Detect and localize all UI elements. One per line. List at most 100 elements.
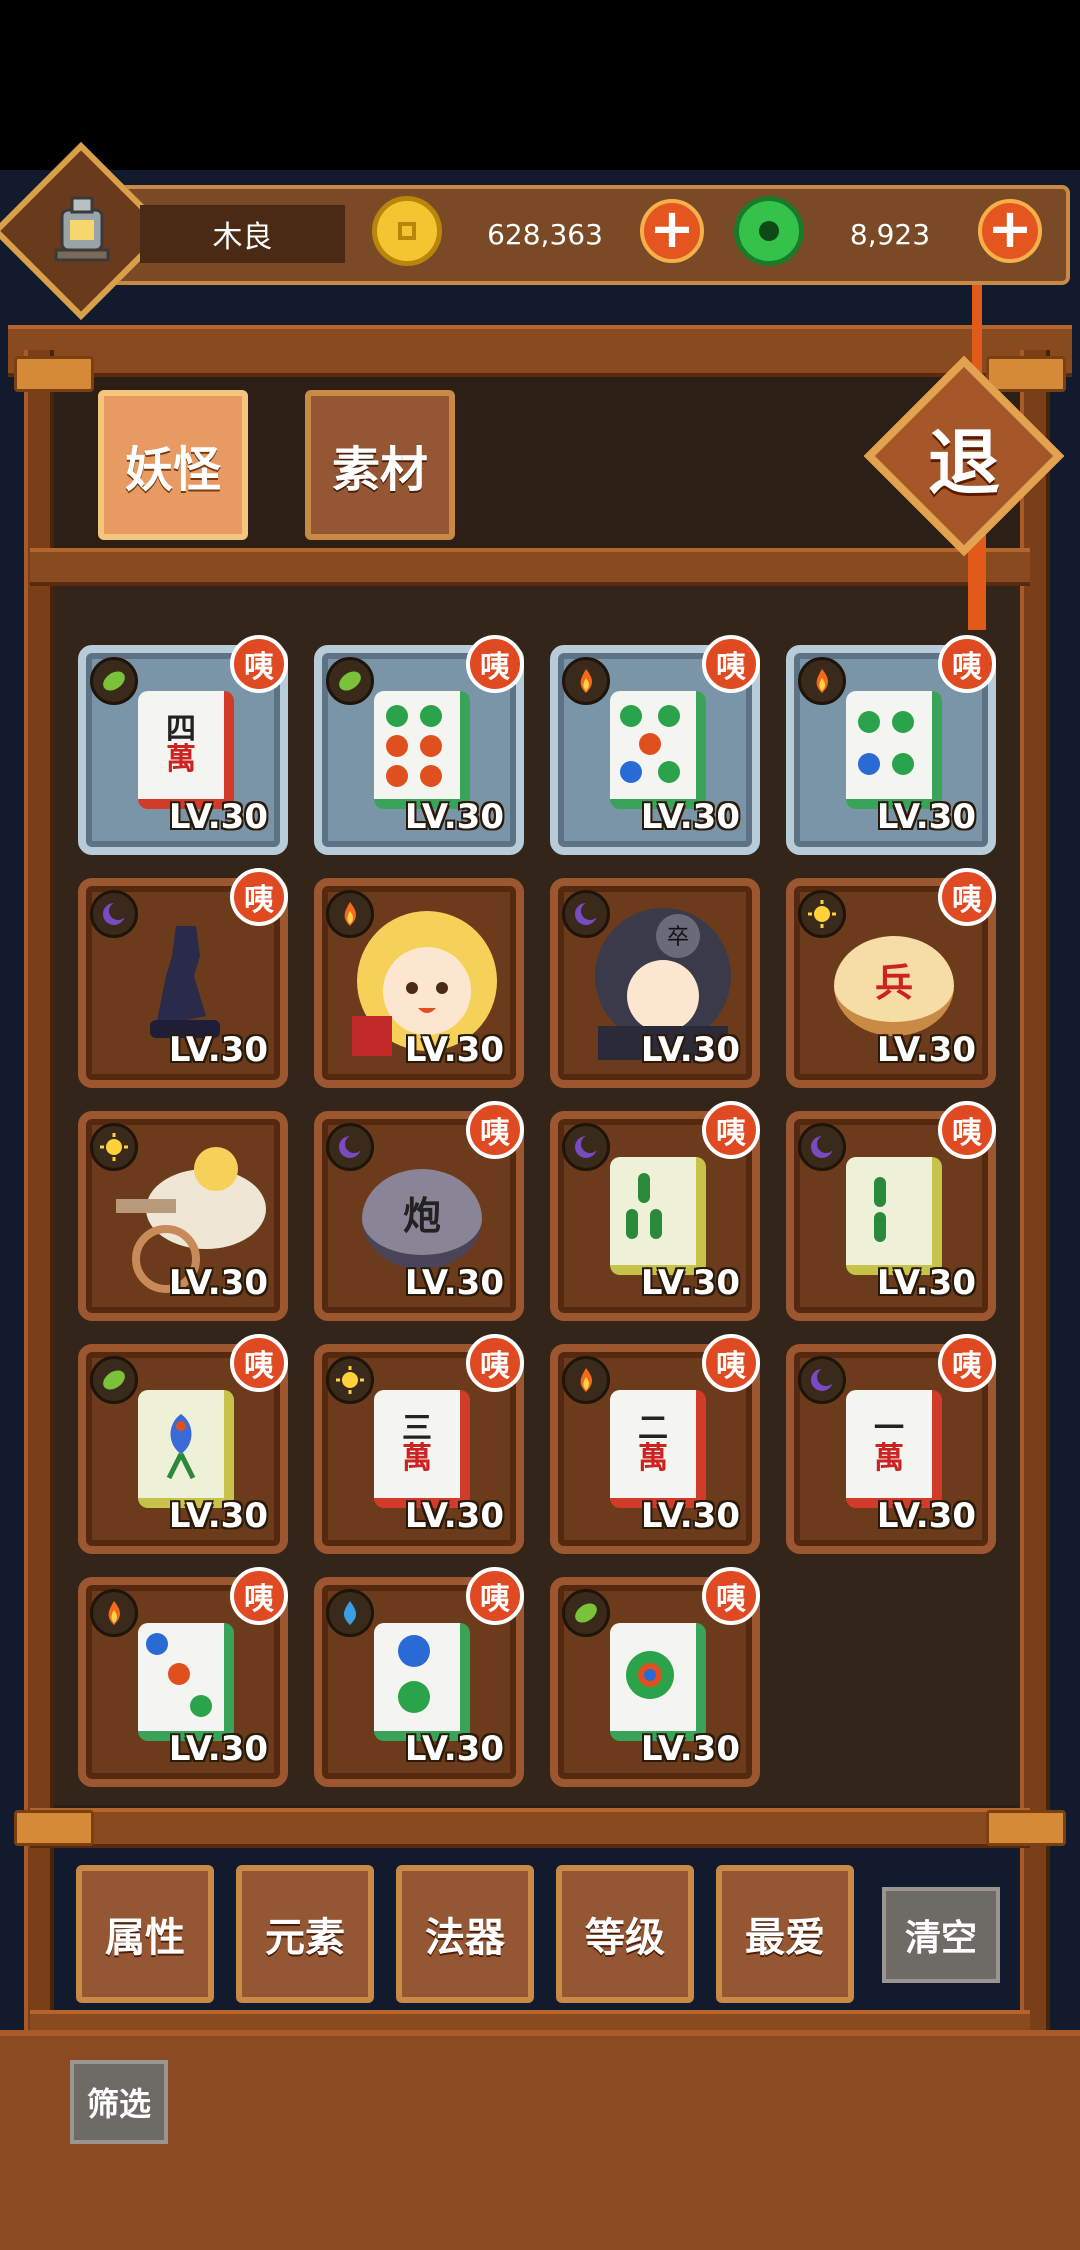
status-badge: 咦 xyxy=(230,1334,288,1392)
monster-card[interactable]: LV.30 咦 xyxy=(78,1567,288,1787)
moon-element-icon xyxy=(326,1123,374,1171)
filter-element-button[interactable]: 元素 xyxy=(236,1865,374,2003)
filter-level-button[interactable]: 等级 xyxy=(556,1865,694,2003)
status-badge: 咦 xyxy=(938,1334,996,1392)
water-element-icon xyxy=(326,1589,374,1637)
status-badge: 咦 xyxy=(938,635,996,693)
card-level: LV.30 xyxy=(168,1496,268,1536)
tile-dot xyxy=(398,1681,430,1713)
moon-element-icon xyxy=(798,1123,846,1171)
monster-card[interactable]: LV.30 咦 xyxy=(78,1334,288,1554)
monster-card[interactable]: 一萬 LV.30 咦 xyxy=(786,1334,996,1554)
tile-dot xyxy=(644,1669,656,1681)
bracket xyxy=(986,1810,1066,1846)
status-badge: 咦 xyxy=(702,635,760,693)
monster-card[interactable]: LV.30 xyxy=(78,1111,288,1321)
monster-card[interactable]: 二萬 LV.30 咦 xyxy=(550,1334,760,1554)
bamboo-stick xyxy=(874,1177,886,1207)
fire-element-icon xyxy=(562,657,610,705)
tab-monsters[interactable]: 妖怪 xyxy=(98,390,248,540)
tile-dot xyxy=(658,705,680,727)
monster-card[interactable]: 三萬 LV.30 咦 xyxy=(314,1334,524,1554)
filter-attribute-button[interactable]: 属性 xyxy=(76,1865,214,2003)
monster-card[interactable]: LV.30 咦 xyxy=(550,635,760,855)
status-badge: 咦 xyxy=(466,635,524,693)
monster-card[interactable]: LV.30 咦 xyxy=(786,1101,996,1321)
moon-element-icon xyxy=(562,890,610,938)
fire-element-icon xyxy=(90,1589,138,1637)
card-level: LV.30 xyxy=(876,1496,976,1536)
tile-character: 四萬 xyxy=(166,712,196,777)
status-badge: 咦 xyxy=(702,1334,760,1392)
tile-dot xyxy=(639,733,661,755)
leaf-element-icon xyxy=(90,657,138,705)
status-badge: 咦 xyxy=(466,1101,524,1159)
add-coins-button[interactable]: + xyxy=(640,199,704,263)
card-level: LV.30 xyxy=(404,1030,504,1070)
tab-materials[interactable]: 素材 xyxy=(305,390,455,540)
monster-card[interactable]: LV.30 咦 xyxy=(550,1567,760,1787)
fire-element-icon xyxy=(798,657,846,705)
status-badge: 咦 xyxy=(466,1334,524,1392)
card-level: LV.30 xyxy=(640,797,740,837)
bamboo-stick xyxy=(650,1209,662,1239)
status-badge: 咦 xyxy=(702,1567,760,1625)
moon-element-icon xyxy=(798,1356,846,1404)
add-jade-button[interactable]: + xyxy=(978,199,1042,263)
fire-element-icon xyxy=(326,890,374,938)
card-level: LV.30 xyxy=(640,1030,740,1070)
tab-shelf-beam xyxy=(30,548,1030,586)
card-level: LV.30 xyxy=(404,797,504,837)
card-level: LV.30 xyxy=(404,1729,504,1769)
monster-card[interactable]: LV.30 xyxy=(314,878,524,1088)
leaf-element-icon xyxy=(562,1589,610,1637)
monster-card[interactable]: 卒 LV.30 xyxy=(550,878,760,1088)
card-level: LV.30 xyxy=(168,1729,268,1769)
jade-amount: 8,923 xyxy=(849,217,931,251)
exit-button[interactable]: 退 xyxy=(893,385,1035,527)
monster-card[interactable]: 炮 LV.30 咦 xyxy=(314,1101,524,1321)
tile-dot xyxy=(398,1635,430,1667)
card-level: LV.30 xyxy=(640,1263,740,1303)
xiangqi-piece: 炮 xyxy=(362,1169,482,1269)
monster-card[interactable]: 四萬 LV.30 咦 xyxy=(78,635,288,855)
leaf-element-icon xyxy=(90,1356,138,1404)
mahjong-tile: 四萬 xyxy=(138,691,234,809)
avatar[interactable] xyxy=(28,178,136,286)
mahjong-tile xyxy=(138,1390,234,1508)
tile-dot xyxy=(892,711,914,733)
tile-dot xyxy=(386,705,408,727)
mahjong-tile xyxy=(846,691,942,809)
monster-card[interactable]: LV.30 咦 xyxy=(78,868,288,1088)
card-level: LV.30 xyxy=(640,1496,740,1536)
coin-amount: 628,363 xyxy=(487,217,603,251)
tile-dot xyxy=(190,1695,212,1717)
tile-character: 一萬 xyxy=(874,1411,904,1476)
tile-dot xyxy=(420,705,442,727)
status-badge: 咦 xyxy=(702,1101,760,1159)
monster-card[interactable]: LV.30 咦 xyxy=(314,635,524,855)
status-badge: 咦 xyxy=(230,868,288,926)
moon-element-icon xyxy=(562,1123,610,1171)
card-level: LV.30 xyxy=(168,797,268,837)
monster-card[interactable]: LV.30 咦 xyxy=(314,1567,524,1787)
mahjong-tile xyxy=(610,1623,706,1741)
mahjong-tile xyxy=(374,1623,470,1741)
status-badge: 咦 xyxy=(938,1101,996,1159)
card-level: LV.30 xyxy=(404,1496,504,1536)
cabinet-left-post xyxy=(24,350,54,2050)
filter-toggle-button[interactable]: 筛选 xyxy=(70,2060,168,2144)
card-level: LV.30 xyxy=(168,1263,268,1303)
filter-favorite-button[interactable]: 最爱 xyxy=(716,1865,854,2003)
monster-card[interactable]: 兵 LV.30 咦 xyxy=(786,868,996,1088)
monster-card[interactable]: LV.30 咦 xyxy=(786,635,996,855)
filter-artifact-button[interactable]: 法器 xyxy=(396,1865,534,2003)
bracket xyxy=(14,1810,94,1846)
mahjong-tile xyxy=(610,691,706,809)
mahjong-tile: 一萬 xyxy=(846,1390,942,1508)
bamboo-stick xyxy=(638,1173,650,1203)
coin-icon xyxy=(372,196,442,266)
leaf-element-icon xyxy=(326,657,374,705)
monster-card[interactable]: LV.30 咦 xyxy=(550,1101,760,1321)
clear-button[interactable]: 清空 xyxy=(882,1887,1000,1983)
